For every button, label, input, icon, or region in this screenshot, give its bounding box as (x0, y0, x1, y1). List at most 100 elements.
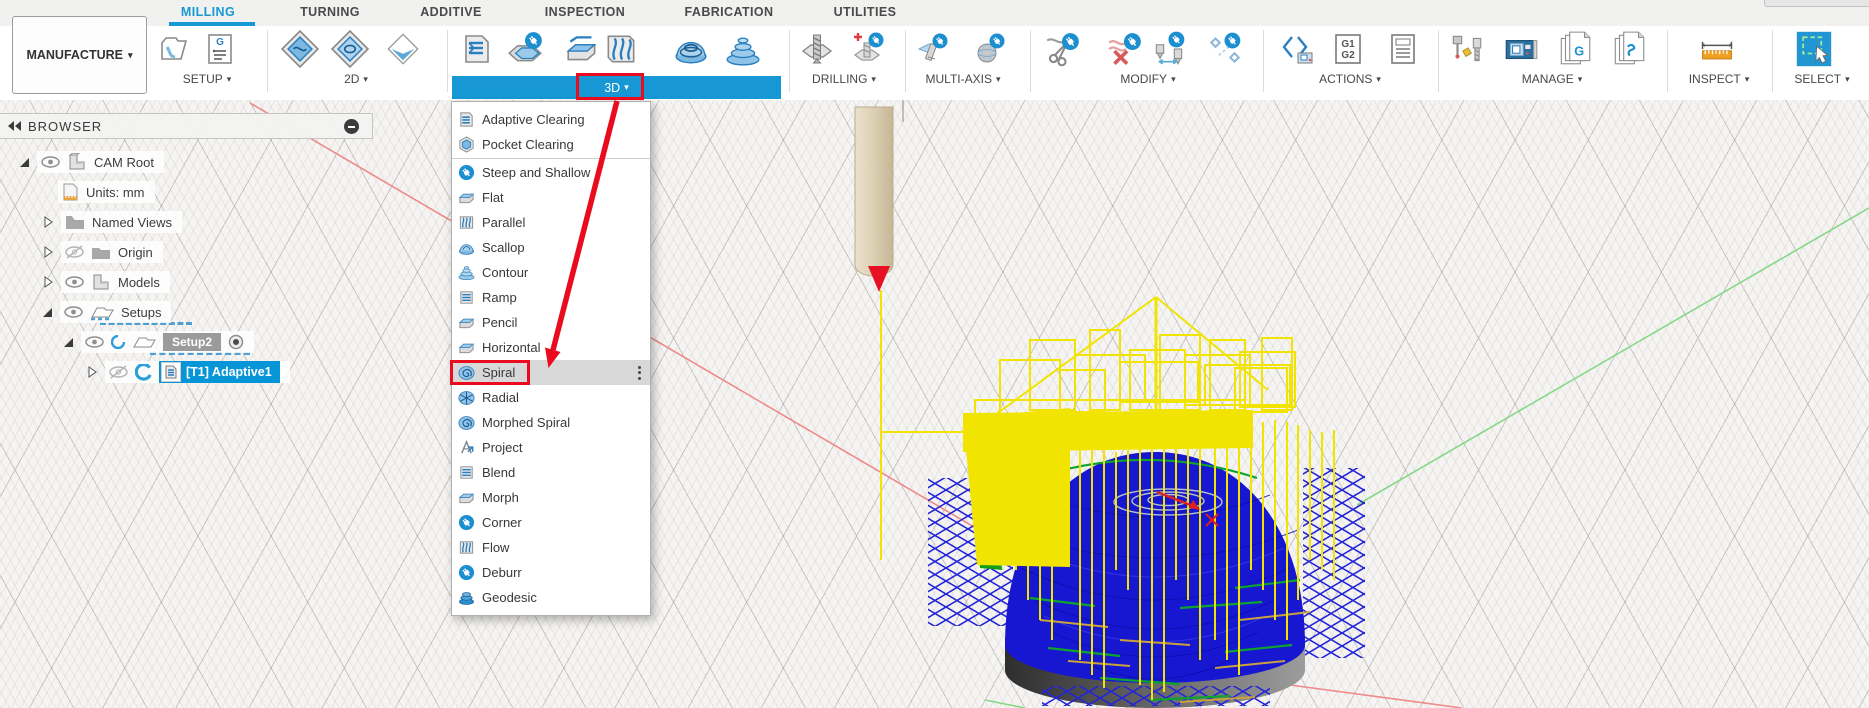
adaptive-clearing-icon (459, 112, 473, 127)
visibility-eye-off-icon[interactable] (109, 365, 128, 379)
tool-library-icon[interactable] (1448, 30, 1486, 68)
scallop-icon[interactable] (672, 30, 710, 68)
2d-pocket-icon[interactable] (281, 30, 319, 68)
2d-contour-icon[interactable] (331, 30, 369, 68)
group-label-2d[interactable]: 2D ▾ (344, 72, 368, 86)
menu-item-radial[interactable]: Radial (452, 385, 650, 410)
multi-axis-contour-icon[interactable] (970, 30, 1008, 68)
menu-item-geodesic[interactable]: Geodesic (452, 585, 650, 610)
delete-passes-icon[interactable] (1106, 30, 1144, 68)
browser-row-setup2[interactable]: Setup2 (64, 331, 255, 353)
parallel-icon[interactable] (602, 30, 640, 68)
adaptive-clearing-icon[interactable] (458, 30, 496, 68)
expander-closed-icon[interactable] (44, 246, 53, 258)
nc-program-icon[interactable]: G (201, 30, 239, 68)
minimize-browser-button[interactable] (344, 119, 359, 134)
menu-item-pocket-clearing[interactable]: Pocket Clearing (452, 132, 650, 157)
bore-icon[interactable] (849, 30, 887, 68)
collapse-panel-icon[interactable] (8, 121, 21, 131)
setup2-badge[interactable]: Setup2 (163, 333, 222, 351)
browser-row-setups[interactable]: Setups (43, 301, 172, 323)
menu-item-label: Pocket Clearing (482, 137, 574, 152)
machine-code-icon[interactable]: G1 G2 (1329, 30, 1367, 68)
group-label-manage[interactable]: MANAGE ▾ (1522, 72, 1583, 86)
browser-row-cam-root[interactable]: CAM Root (20, 151, 164, 173)
menu-item-parallel[interactable]: Parallel (452, 210, 650, 235)
select-icon[interactable] (1795, 30, 1833, 68)
visibility-eye-icon[interactable] (41, 156, 60, 168)
group-label-select[interactable]: SELECT ▾ (1794, 72, 1849, 86)
menu-item-contour[interactable]: Contour (452, 260, 650, 285)
menu-item-corner[interactable]: Corner (452, 510, 650, 535)
menu-item-ramp[interactable]: Ramp (452, 285, 650, 310)
menu-item-label: Blend (482, 465, 516, 480)
expander-closed-icon[interactable] (88, 366, 97, 378)
browser-row-label: Setups (121, 304, 162, 320)
swarf-icon[interactable] (914, 30, 952, 68)
tab-utilities[interactable]: UTILITIES (834, 0, 897, 26)
drill-icon[interactable] (798, 30, 836, 68)
expander-open-icon[interactable] (20, 157, 29, 167)
visibility-eye-icon[interactable] (64, 306, 83, 318)
group-label-inspect[interactable]: INSPECT ▾ (1689, 72, 1750, 86)
svg-text:G2: G2 (1341, 50, 1355, 61)
setup-sheet-icon[interactable] (1384, 30, 1422, 68)
measure-icon[interactable] (1698, 30, 1736, 68)
group-label-drilling[interactable]: DRILLING ▾ (812, 72, 876, 86)
workspace-selector-button[interactable]: MANUFACTURE ▾ (12, 16, 147, 94)
group-label-actions[interactable]: ACTIONS ▾ (1319, 72, 1381, 86)
menu-item-flow[interactable]: Flow (452, 535, 650, 560)
browser-row-adaptive1[interactable]: [T1] Adaptive1 (88, 361, 290, 383)
context-menu-dots-icon[interactable] (638, 365, 641, 380)
expander-closed-icon[interactable] (44, 216, 53, 228)
selected-operation[interactable]: [T1] Adaptive1 (159, 361, 280, 383)
browser-row-named-views[interactable]: Named Views (44, 211, 182, 233)
steep-and-shallow-icon[interactable] (506, 30, 544, 68)
active-setup-marker-icon[interactable] (228, 334, 244, 350)
expander-open-icon[interactable] (43, 307, 52, 317)
visibility-eye-icon[interactable] (85, 336, 104, 348)
menu-item-blend[interactable]: Blend (452, 460, 650, 485)
menu-item-morphed-spiral[interactable]: Morphed Spiral (452, 410, 650, 435)
flat-icon[interactable] (564, 30, 602, 68)
menu-item-deburr[interactable]: Deburr (452, 560, 650, 585)
browser-row-origin[interactable]: Origin (44, 241, 163, 263)
templates-icon[interactable] (1610, 30, 1648, 68)
tab-additive[interactable]: ADDITIVE (420, 0, 482, 26)
menu-item-project[interactable]: Project (452, 435, 650, 460)
menu-item-steep-and-shallow[interactable]: Steep and Shallow (452, 160, 650, 185)
machine-library-icon[interactable] (1502, 30, 1540, 68)
2d-face-icon[interactable] (384, 30, 422, 68)
menu-item-horizontal[interactable]: Horizontal (452, 335, 650, 360)
browser-row-units[interactable]: Units: mm (58, 181, 155, 203)
menu-item-scallop[interactable]: Scallop (452, 235, 650, 260)
scallop-dome-icon (458, 244, 474, 255)
tab-turning[interactable]: TURNING (300, 0, 360, 26)
visibility-eye-icon[interactable] (65, 276, 84, 288)
group-label-setup[interactable]: SETUP ▾ (183, 72, 232, 86)
new-setup-icon[interactable] (156, 30, 194, 68)
menu-item-label: Adaptive Clearing (482, 112, 585, 127)
viewport-canvas[interactable] (0, 100, 1869, 708)
group-label-multi-axis[interactable]: MULTI-AXIS ▾ (926, 72, 1001, 86)
menu-item-spiral[interactable]: Spiral (450, 360, 650, 385)
trim-toolpath-icon[interactable] (1044, 30, 1082, 68)
browser-panel-header[interactable]: BROWSER (0, 113, 373, 139)
edit-tool-icon[interactable] (1150, 30, 1188, 68)
visibility-eye-off-icon[interactable] (65, 245, 84, 259)
tab-inspection[interactable]: INSPECTION (545, 0, 625, 26)
expander-closed-icon[interactable] (44, 276, 53, 288)
yellow-toolpath (880, 290, 1335, 700)
menu-item-adaptive-clearing[interactable]: Adaptive Clearing (452, 107, 650, 132)
browser-row-models[interactable]: Models (44, 271, 170, 293)
menu-item-pencil[interactable]: Pencil (452, 310, 650, 335)
contour-icon[interactable] (724, 30, 762, 68)
nc-programs-icon[interactable]: G (1556, 30, 1594, 68)
probe-geometry-icon[interactable] (1206, 30, 1244, 68)
tab-fabrication[interactable]: FABRICATION (685, 0, 774, 26)
group-label-modify[interactable]: MODIFY ▾ (1120, 72, 1175, 86)
menu-item-morph[interactable]: Morph (452, 485, 650, 510)
expander-open-icon[interactable] (64, 337, 73, 347)
post-process-icon[interactable] (1279, 30, 1317, 68)
menu-item-flat[interactable]: Flat (452, 185, 650, 210)
